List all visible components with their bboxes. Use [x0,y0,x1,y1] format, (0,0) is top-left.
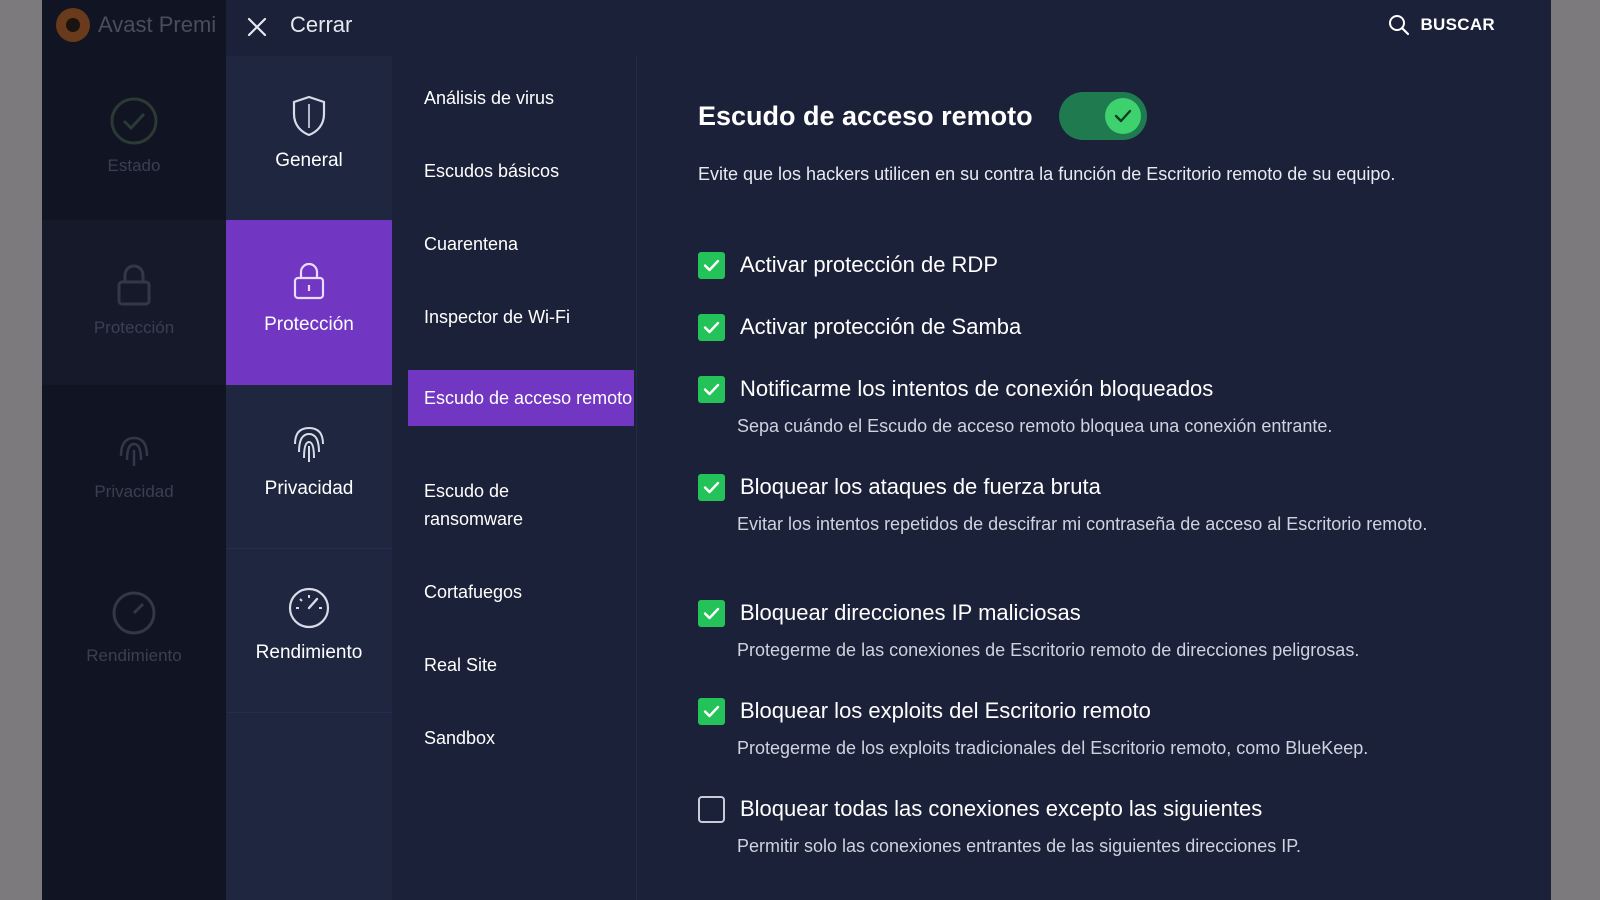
background-nav-label: Protección [93,318,175,337]
checkmark-icon [703,321,720,334]
page-title: Escudo de acceso remoto [698,100,1033,131]
background-nav-label: Estado [107,156,161,175]
background-app-title: Avast Premi [98,12,217,37]
checkmark-icon [703,705,720,718]
shield-toggle[interactable] [1058,92,1147,140]
subnav-item-cortafuegos[interactable]: Cortafuegos [408,578,634,606]
checkbox-samba[interactable] [698,314,725,341]
background-nav-rendimiento: Rendimiento [42,590,226,666]
background-nav-label: Privacidad [94,482,174,501]
option-label: Bloquear todas las conexiones excepto la… [740,796,1263,821]
page-description: Evite que los hackers utilicen en su con… [698,164,1396,184]
background-nav-estado: Estado [42,96,226,176]
search-icon [1389,15,1410,36]
toggle-knob [1104,98,1141,134]
checkbox-notify-blocked[interactable] [698,376,725,403]
option-description: Protegerme de los exploits tradicionales… [737,738,1369,758]
divider [226,712,392,713]
close-button[interactable]: Cerrar [290,12,352,38]
option-label: Activar protección de Samba [740,314,1022,339]
fingerprint-icon [294,426,324,462]
checkmark-icon [703,383,720,396]
subnav-item-analisis-virus[interactable]: Análisis de virus [408,84,634,112]
checkmark-icon [703,607,720,620]
lock-icon [293,262,325,300]
checkmark-icon [703,481,720,494]
subnav-item-sandbox[interactable]: Sandbox [408,724,634,752]
category-column: General Protección Privacidad Rendimient… [226,56,392,900]
subnav-item-inspector-wifi[interactable]: Inspector de Wi-Fi [408,303,634,331]
option-label: Notificarme los intentos de conexión blo… [740,376,1214,401]
subnav-item-real-site[interactable]: Real Site [408,651,634,679]
fingerprint-icon [119,436,149,466]
category-rendimiento[interactable]: Rendimiento [226,548,392,713]
title-row: Escudo de acceso remoto [698,92,1147,140]
checkbox-rdp[interactable] [698,252,725,279]
category-general[interactable]: General [226,56,392,221]
subnav-item-escudo-ransomware[interactable]: Escudo de ransomware [408,477,608,533]
background-nav-label: Rendimiento [86,646,182,665]
subnav-item-escudo-acceso-remoto[interactable]: Escudo de acceso remoto [408,370,634,426]
checkbox-malicious-ip[interactable] [698,600,725,627]
subnav-item-cuarentena[interactable]: Cuarentena [408,230,634,258]
option-label: Bloquear los ataques de fuerza bruta [740,474,1101,499]
close-icon[interactable] [244,14,270,40]
checkbox-block-all-except[interactable] [698,796,725,823]
subnav-item-escudos-basicos[interactable]: Escudos básicos [408,157,634,185]
category-label: Rendimiento [255,642,363,663]
option-description: Permitir solo las conexiones entrantes d… [737,836,1301,856]
background-logo: Avast Premi [56,8,216,42]
search-label: BUSCAR [1420,15,1495,34]
checkbox-brute-force[interactable] [698,474,725,501]
option-description: Protegerme de las conexiones de Escritor… [737,640,1360,660]
avast-logo-icon [56,8,90,42]
subnav: Análisis de virus Escudos básicos Cuaren… [392,56,637,900]
category-privacidad[interactable]: Privacidad [226,384,392,549]
lock-icon [117,264,151,306]
speedometer-icon [288,587,330,629]
speedometer-icon [112,591,156,635]
option-label: Bloquear direcciones IP maliciosas [740,600,1081,625]
shield-icon [292,95,326,137]
category-proteccion[interactable]: Protección [226,220,392,385]
option-description: Sepa cuándo el Escudo de acceso remoto b… [737,416,1333,436]
category-label: Protección [264,314,354,335]
search-button[interactable]: BUSCAR [1388,14,1495,36]
background-sidebar: Avast Premi Estado Protección Privacidad… [42,0,226,900]
checkmark-icon [703,259,720,272]
check-circle-icon [110,97,158,145]
checkbox-rd-exploits[interactable] [698,698,725,725]
option-label: Bloquear los exploits del Escritorio rem… [740,698,1151,723]
app-window: Avast Premi Estado Protección Privacidad… [42,0,1551,900]
settings-topbar: Cerrar BUSCAR [226,0,1551,56]
background-nav-privacidad: Privacidad [42,426,226,502]
checkmark-icon [1114,109,1131,123]
option-label: Activar protección de RDP [740,252,998,277]
category-label: Privacidad [264,478,354,499]
category-label: General [275,150,343,171]
background-nav-proteccion: Protección [42,220,226,385]
option-description: Evitar los intentos repetidos de descifr… [737,514,1428,534]
